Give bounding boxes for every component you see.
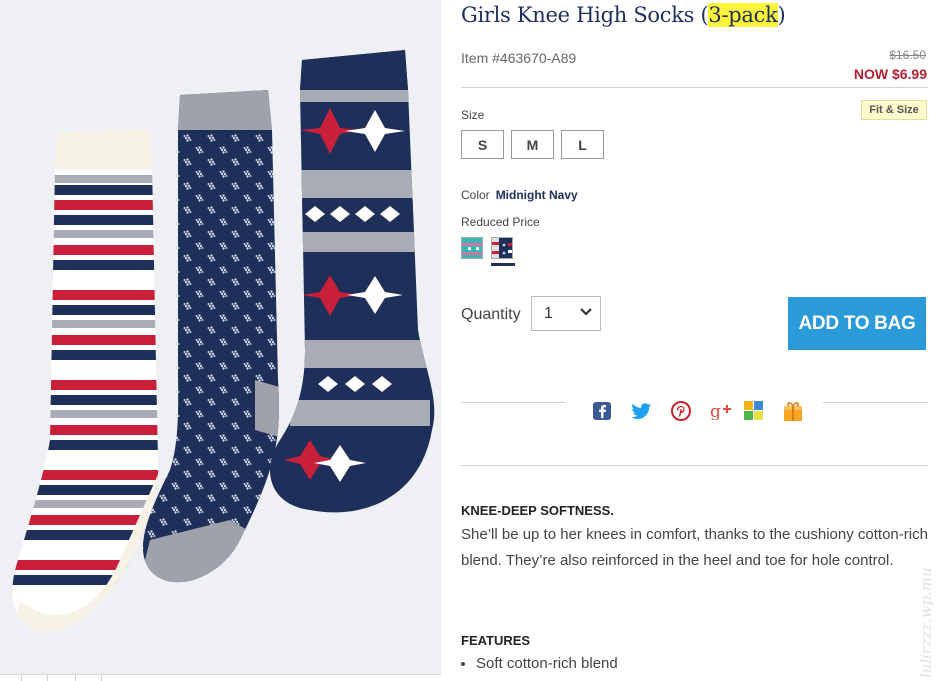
chevron-down-icon	[580, 308, 592, 316]
sale-price: NOW $6.99	[853, 66, 927, 82]
add-to-bag-button[interactable]: ADD TO BAG	[788, 297, 926, 350]
list-item: Soft cotton-rich blend	[476, 655, 618, 672]
fit-and-size-button[interactable]: Fit & Size	[861, 100, 927, 120]
size-button-m[interactable]: M	[511, 130, 554, 159]
thumb-divider	[21, 675, 22, 681]
features-list: Soft cotton-rich blend	[461, 655, 618, 672]
share-divider-left	[461, 402, 566, 403]
color-label-text: Color	[461, 188, 490, 202]
pinterest-icon[interactable]	[670, 400, 692, 422]
reduced-price-label: Reduced Price	[461, 215, 540, 229]
watermark: lulirzzz.wp.mu	[917, 567, 935, 678]
features-heading: FEATURES	[461, 633, 531, 648]
facebook-icon[interactable]	[591, 400, 613, 422]
title-text: Girls Knee High Socks (	[461, 3, 709, 27]
color-swatch-navy[interactable]	[491, 237, 513, 259]
teal-pattern	[462, 238, 482, 258]
share-divider-right	[823, 402, 928, 403]
divider	[461, 465, 928, 466]
color-swatch-teal[interactable]	[461, 237, 483, 259]
product-title: Girls Knee High Socks (3-pack)	[461, 3, 786, 27]
product-image[interactable]	[0, 0, 441, 674]
wanelo-icon[interactable]	[743, 400, 765, 422]
quantity-label: Quantity	[461, 306, 521, 323]
selected-swatch-indicator	[491, 263, 515, 266]
google-plus-icon[interactable]: g	[710, 400, 732, 422]
socks-photo	[12, 50, 435, 632]
item-number: Item #463670-A89	[461, 50, 577, 66]
quantity-select[interactable]: 1	[531, 296, 601, 331]
divider	[461, 87, 928, 88]
title-highlight: 3-pack	[708, 3, 778, 27]
thumb-divider	[47, 675, 48, 681]
size-button-l[interactable]: L	[561, 130, 604, 159]
svg-text:lulirzzz.wp.mu: lulirzzz.wp.mu	[917, 567, 935, 678]
navy-pattern	[492, 238, 512, 258]
size-label: Size	[461, 108, 485, 122]
title-end: )	[777, 3, 786, 27]
selected-color: Midnight Navy	[495, 188, 578, 202]
description-body: She’ll be up to her knees in comfort, th…	[461, 526, 928, 569]
thumb-divider	[75, 675, 76, 681]
thumb-divider	[101, 675, 102, 681]
size-button-s[interactable]: S	[461, 130, 504, 159]
original-price: $16.50	[889, 48, 926, 62]
gift-icon[interactable]	[782, 400, 804, 422]
svg-text:g: g	[710, 402, 721, 420]
quantity-value: 1	[544, 305, 553, 322]
color-label: Color Midnight Navy	[461, 188, 578, 202]
twitter-icon[interactable]	[631, 400, 653, 422]
description-heading: KNEE-DEEP SOFTNESS.	[461, 503, 614, 518]
